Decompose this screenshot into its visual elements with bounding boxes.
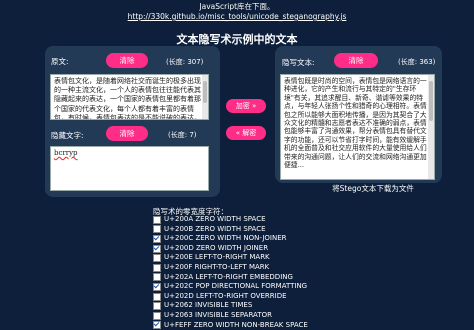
zw-checkbox[interactable]: [153, 215, 161, 224]
hidden-length: (长度: 7): [168, 131, 197, 139]
zw-checkbox[interactable]: [153, 244, 161, 253]
zw-checkbox[interactable]: [153, 302, 161, 311]
zw-label: U+202D LEFT-TO-RIGHT OVERRIDE: [164, 291, 287, 300]
zw-checkbox[interactable]: [153, 234, 161, 243]
top-note: JavaScript库在下面。 http://330k.github.io/mi…: [0, 2, 474, 22]
hidden-text-label: 隐藏文字:: [51, 131, 84, 140]
zw-label: U+200A ZERO WIDTH SPACE: [164, 215, 266, 223]
zw-label: U+200F RIGHT-TO-LEFT MARK: [164, 262, 270, 271]
encode-button[interactable]: 加密 »: [226, 99, 266, 113]
zw-label: U+2062 INVISIBLE TIMES: [164, 301, 253, 310]
zw-checkbox[interactable]: [153, 282, 161, 291]
decode-button[interactable]: « 解密: [226, 126, 266, 140]
zw-item-202d[interactable]: U+202D LEFT-TO-RIGHT OVERRIDE: [153, 292, 308, 302]
hidden-text: bcrryp: [54, 149, 78, 157]
zw-checkbox[interactable]: [153, 273, 161, 282]
zw-item-2063[interactable]: U+2063 INVISIBLE SEPARATOR: [153, 311, 308, 321]
zw-item-202a[interactable]: U+202A LEFT-TO-RIGHT EMBEDDING: [153, 273, 308, 283]
zw-label: U+200D ZERO WIDTH JOINER: [164, 243, 269, 252]
library-note: JavaScript库在下面。: [199, 2, 275, 11]
page-title: 文本隐写术示例中的文本: [176, 33, 298, 46]
original-text-label: 原文:: [51, 57, 69, 66]
zw-checkbox[interactable]: [153, 225, 161, 234]
zw-item-200f[interactable]: U+200F RIGHT-TO-LEFT MARK: [153, 263, 308, 273]
zw-label: U+202A LEFT-TO-RIGHT EMBEDDING: [164, 272, 293, 281]
hidden-textarea[interactable]: bcrryp: [50, 146, 209, 191]
zw-label: U+200C ZERO WIDTH NON-JOINER: [164, 234, 287, 243]
download-stego-link[interactable]: 将Stego文本下载为文件: [283, 183, 463, 194]
clear-original-button[interactable]: 清除: [106, 53, 148, 68]
zw-item-200a[interactable]: U+200A ZERO WIDTH SPACE: [153, 215, 308, 225]
stego-text: 表情包既是时尚的空间，表情包是网络语言的一种进化，它的产生和流行与其特定的"生存…: [284, 77, 427, 170]
zw-label: U+202C POP DIRECTIONAL FORMATTING: [164, 282, 308, 291]
zw-checkbox[interactable]: [153, 321, 161, 330]
zero-width-list: U+200A ZERO WIDTH SPACE U+200B ZERO WIDT…: [153, 215, 308, 330]
zw-checkbox[interactable]: [153, 311, 161, 320]
stego-textarea[interactable]: 表情包既是时尚的空间，表情包是网络语言的一种进化，它的产生和流行与其特定的"生存…: [280, 74, 435, 180]
zw-item-2062[interactable]: U+2062 INVISIBLE TIMES: [153, 301, 308, 311]
zw-checkbox[interactable]: [153, 292, 161, 301]
zw-item-200e[interactable]: U+200E LEFT-TO-RIGHT MARK: [153, 253, 308, 263]
zw-checkbox[interactable]: [153, 254, 161, 263]
zw-checkbox[interactable]: [153, 263, 161, 272]
original-text: 表情包文化，是随着网络社交而诞生的极多出现的一种主流文化，一个人的表情包往往能代…: [54, 77, 201, 120]
zw-item-202c[interactable]: U+202C POP DIRECTIONAL FORMATTING: [153, 282, 308, 292]
library-link[interactable]: http://330k.github.io/misc_tools/unicode…: [128, 12, 347, 21]
zw-item-200c[interactable]: U+200C ZERO WIDTH NON-JOINER: [153, 234, 308, 244]
zw-label: U+200B ZERO WIDTH SPACE: [164, 224, 266, 233]
zw-item-200d[interactable]: U+200D ZERO WIDTH JOINER: [153, 244, 308, 254]
original-length: (长度: 307): [166, 58, 204, 66]
original-scrollbar[interactable]: [202, 75, 208, 119]
clear-stego-button[interactable]: 清除: [334, 53, 378, 68]
zw-label: U+2063 INVISIBLE SEPARATOR: [164, 310, 272, 319]
original-textarea[interactable]: 表情包文化，是随着网络社交而诞生的极多出现的一种主流文化，一个人的表情包往往能代…: [50, 74, 209, 120]
stego-length: (长度: 363): [398, 58, 436, 66]
stego-scrollbar[interactable]: [428, 75, 434, 179]
clear-hidden-button[interactable]: 清除: [106, 126, 148, 141]
zw-label: U+200E LEFT-TO-RIGHT MARK: [164, 253, 270, 262]
stego-text-label: 隐写文本:: [282, 58, 315, 67]
zw-item-200b[interactable]: U+200B ZERO WIDTH SPACE: [153, 225, 308, 235]
